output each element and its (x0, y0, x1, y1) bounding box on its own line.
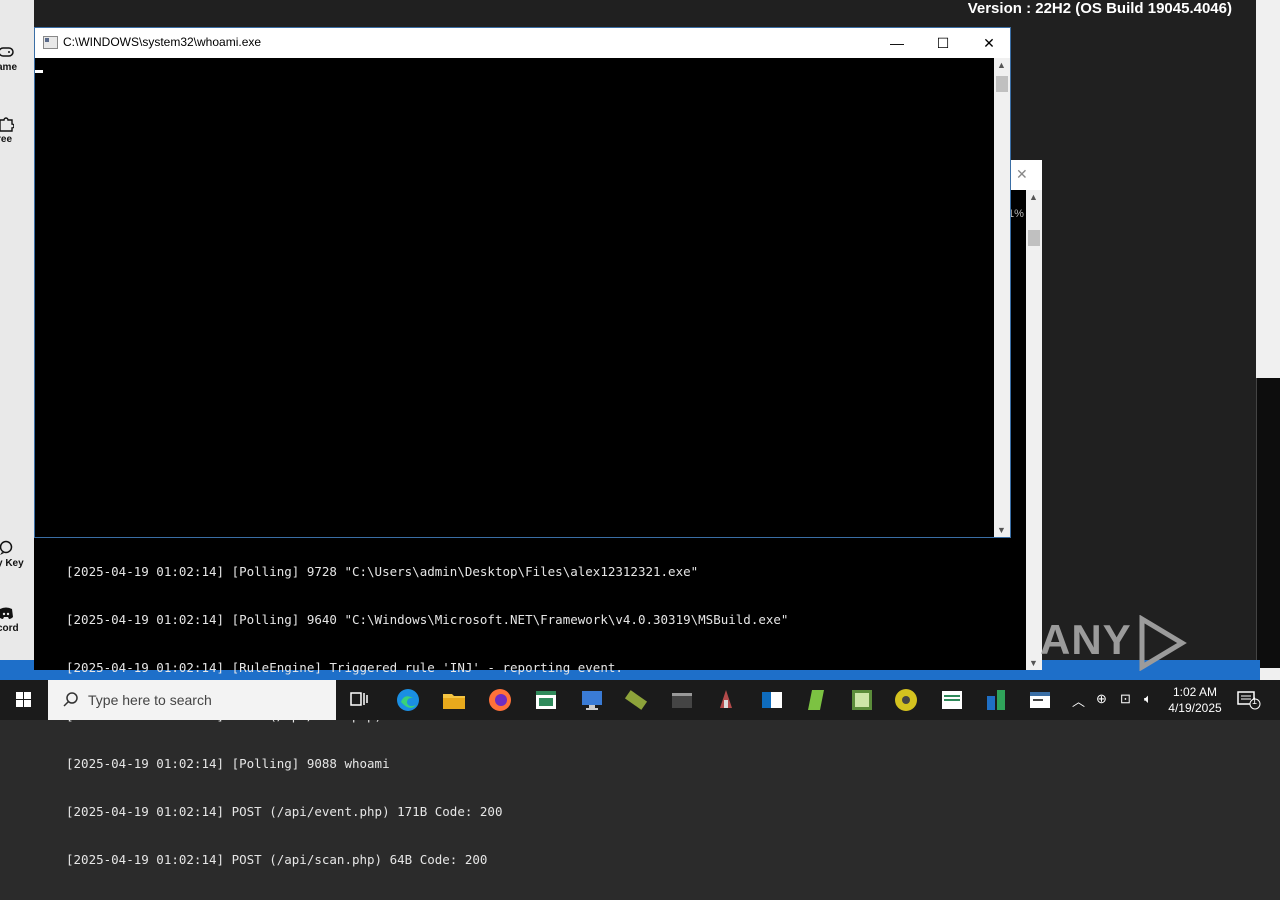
rail-item-game[interactable]: ame (0, 44, 34, 73)
window-titlebar[interactable]: C:\WINDOWS\system32\whoami.exe — ☐ ✕ (35, 28, 1010, 58)
close-button[interactable]: ✕ (966, 28, 1012, 58)
meet-icon[interactable]: ⊕ (1096, 691, 1107, 707)
network-icon[interactable]: ⊡ (1120, 691, 1131, 707)
console-app-icon (43, 36, 58, 49)
start-button[interactable] (0, 680, 48, 720)
rail-item-label: ree (0, 134, 13, 145)
notification-icon (1237, 691, 1261, 710)
search-icon (63, 692, 78, 707)
play-logo-icon (1139, 614, 1187, 672)
edge-icon[interactable] (394, 686, 422, 714)
firefox-icon[interactable] (486, 686, 514, 714)
tool-icon[interactable] (712, 686, 740, 714)
log-line: [2025-04-19 01:02:14] POST (/api/scan.ph… (66, 852, 488, 867)
left-app-rail: ame ree y Key cord (0, 0, 34, 660)
rail-item-label: ame (0, 62, 18, 73)
chat-icon (0, 540, 13, 555)
rail-item-discord[interactable]: cord (0, 605, 34, 634)
console-scrollbar[interactable]: ▲ ▼ (994, 58, 1010, 537)
puzzle-icon (0, 117, 14, 132)
notepad-plus-icon[interactable] (804, 686, 832, 714)
scroll-thumb[interactable] (1028, 230, 1040, 246)
task-view-icon[interactable] (346, 686, 374, 714)
taskbar: Type here to search ︿ ⊕ ⊡ 🔈︎ 1:02 AM 4/1… (0, 680, 1280, 720)
ram-icon[interactable] (622, 686, 650, 714)
remote-desktop-icon[interactable] (578, 686, 606, 714)
taskbar-search-box[interactable]: Type here to search (48, 680, 336, 720)
log-line: [2025-04-19 01:02:14] POST (/api/event.p… (66, 804, 503, 819)
text-cursor (35, 70, 43, 73)
whoami-console-window[interactable]: C:\WINDOWS\system32\whoami.exe — ☐ ✕ ▲ ▼ (34, 27, 1011, 538)
rail-item-free[interactable]: ree (0, 114, 34, 145)
background-scrollbar[interactable]: ▲ ▼ (1026, 190, 1042, 670)
log-line: [2025-04-19 01:02:14] [Polling] 9728 "C:… (66, 564, 699, 579)
windows-logo-icon (16, 692, 31, 707)
watermark-left: ANY (1040, 616, 1132, 664)
taskbar-clock[interactable]: 1:02 AM 4/19/2025 (1160, 684, 1230, 716)
file-explorer-icon[interactable] (440, 686, 468, 714)
log-line: [2025-04-19 01:02:14] [Polling] 9088 who… (66, 756, 390, 771)
rail-item-label: cord (0, 623, 19, 634)
maximize-button[interactable]: ☐ (920, 28, 966, 58)
minimize-button[interactable]: — (874, 28, 920, 58)
rail-item-key[interactable]: y Key (0, 540, 34, 569)
terminal-icon[interactable] (668, 686, 696, 714)
outlook-icon[interactable] (758, 686, 786, 714)
log-line: [2025-04-19 01:02:14] [RuleEngine] Trigg… (66, 660, 623, 675)
clock-date: 4/19/2025 (1168, 701, 1222, 715)
window-title: C:\WINDOWS\system32\whoami.exe (63, 35, 262, 49)
log-line: [2025-04-19 01:02:14] [Polling] 9640 "C:… (66, 612, 789, 627)
scroll-thumb[interactable] (996, 76, 1008, 92)
notification-button[interactable]: 1 (1236, 688, 1262, 717)
gamepad-icon (0, 47, 14, 57)
notification-count: 1 (1252, 696, 1258, 706)
chevron-up-icon[interactable]: ︿ (1072, 691, 1085, 710)
close-icon[interactable]: ✕ (1016, 166, 1028, 183)
console-output-area[interactable] (35, 58, 994, 537)
scroll-down-icon[interactable]: ▼ (1029, 658, 1038, 668)
app-window-icon[interactable] (532, 686, 560, 714)
network-tool-icon[interactable] (848, 686, 876, 714)
db-icon[interactable] (982, 686, 1010, 714)
scroll-up-icon[interactable]: ▲ (1029, 192, 1038, 202)
os-version-text: Version : 22H2 (OS Build 19045.4046) (967, 0, 1232, 17)
volume-icon[interactable]: 🔈︎ (1144, 691, 1152, 707)
scroll-up-icon[interactable]: ▲ (997, 60, 1006, 70)
scroll-down-icon[interactable]: ▼ (997, 525, 1006, 535)
word-icon[interactable] (938, 686, 966, 714)
search-placeholder: Type here to search (88, 692, 212, 708)
rail-item-label: y Key (0, 558, 24, 569)
console-icon[interactable] (1026, 686, 1054, 714)
disk-icon[interactable] (892, 686, 920, 714)
clock-time: 1:02 AM (1172, 685, 1218, 699)
discord-icon (0, 607, 13, 619)
